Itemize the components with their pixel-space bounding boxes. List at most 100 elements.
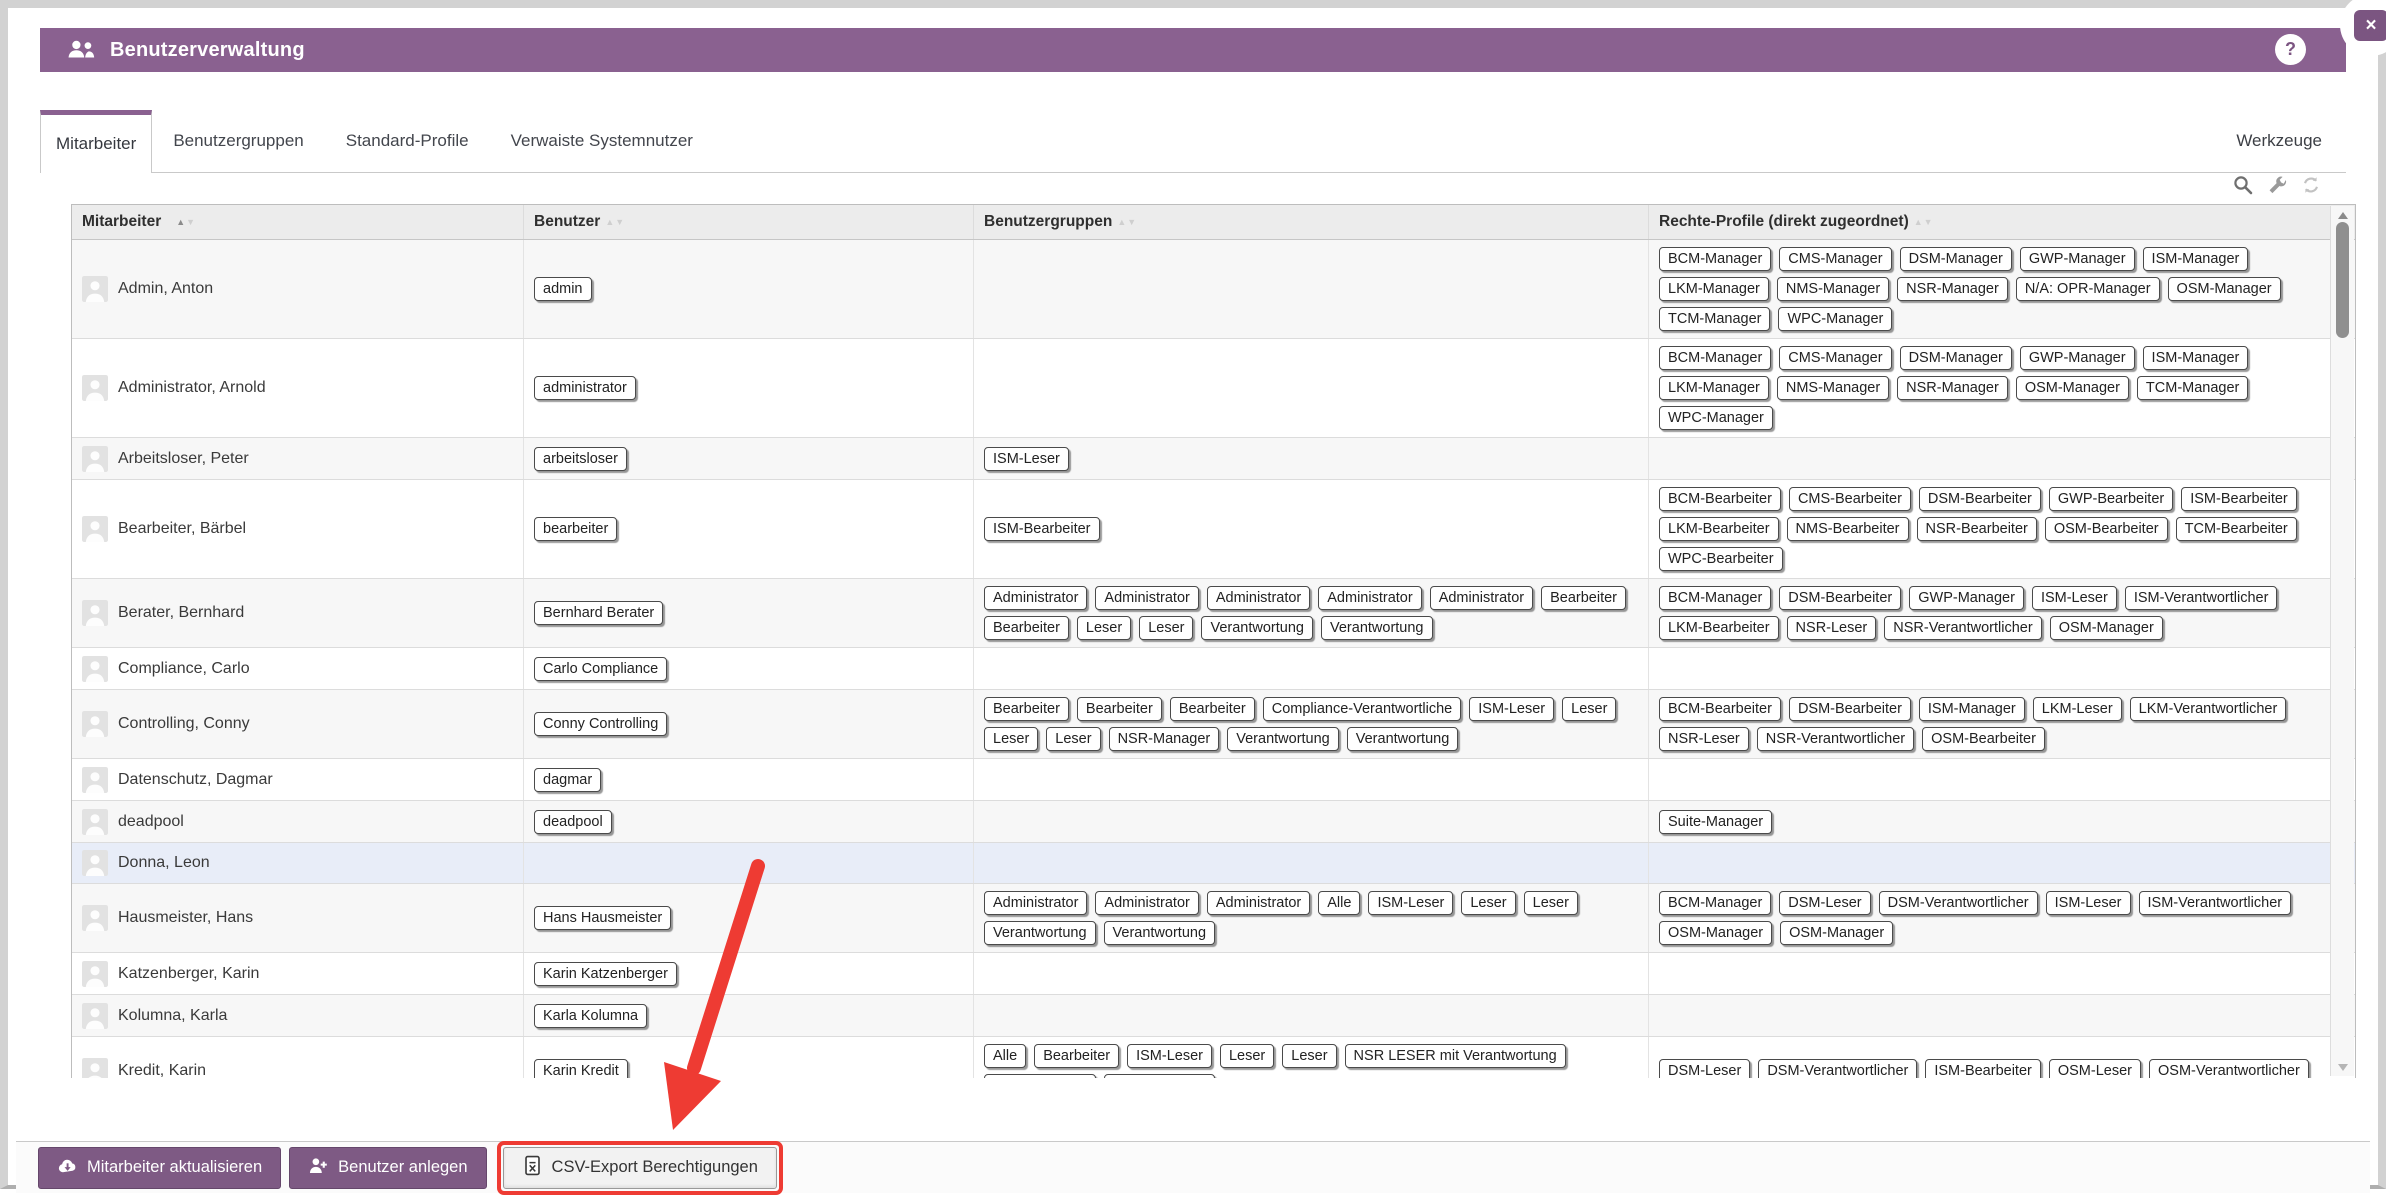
csv-file-icon <box>522 1155 543 1181</box>
window-header: Benutzerverwaltung ? <box>40 28 2346 72</box>
group-badge: Administrator <box>1207 586 1310 610</box>
employee-cell: Katzenberger, Karin <box>72 953 524 994</box>
avatar <box>82 446 108 472</box>
table-body: Admin, Antonadmin BCM-Manager CMS-Manager D… <box>72 240 2355 1078</box>
table-row[interactable]: Bearbeiter, BärbelbearbeiterISM-Bearbeit… <box>72 480 2355 579</box>
profiles-cell: DSM-LeserDSM-VerantwortlicherISM-Bearbei… <box>1649 1037 2355 1078</box>
table-row[interactable]: Kolumna, KarlaKarla Kolumna <box>72 995 2355 1037</box>
employee-name: Kredit, Karin <box>118 1062 206 1078</box>
profiles-cell <box>1649 953 2355 994</box>
tab-mitarbeiter[interactable]: Mitarbeiter <box>40 110 152 173</box>
profile-badge: LKM-Bearbeiter <box>1659 517 1779 541</box>
employee-cell: Admin, Anton <box>72 240 524 338</box>
profile-badge: ISM-Manager <box>2143 247 2249 271</box>
grid-toolbar <box>2232 174 2322 196</box>
table-row[interactable]: Datenschutz, Dagmardagmar <box>72 759 2355 801</box>
csv-export-berechtigungen-button[interactable]: CSV-Export Berechtigungen <box>503 1147 777 1189</box>
user-badge: Karin Katzenberger <box>534 962 677 986</box>
group-badge: Verantwortung <box>1321 616 1433 640</box>
group-badge: Leser <box>1220 1044 1274 1068</box>
tab-verwaiste-systemnutzer[interactable]: Verwaiste Systemnutzer <box>490 110 714 172</box>
table-row[interactable]: Controlling, ConnyConny ControllingBearb… <box>72 690 2355 759</box>
table-row[interactable]: Administrator, ArnoldadministratorBCM-Ma… <box>72 339 2355 438</box>
group-badge: Administrator <box>984 891 1087 915</box>
user-cell: admin <box>524 240 974 338</box>
profile-badge: BCM-Manager <box>1659 346 1771 370</box>
table-row[interactable]: Berater, BernhardBernhard BeraterAdminis… <box>72 579 2355 648</box>
group-badge: Leser <box>1046 727 1100 751</box>
group-badge: Compliance-Verantwortliche <box>1263 697 1462 721</box>
user-cell: bearbeiter <box>524 480 974 578</box>
column-header-benutzergruppen[interactable]: Benutzergruppen▲▼ <box>974 205 1649 239</box>
profile-badge: OSM-Bearbeiter <box>1922 727 2045 751</box>
werkzeuge-menu[interactable]: Werkzeuge <box>2236 131 2346 151</box>
scroll-down-icon[interactable] <box>2331 1060 2354 1074</box>
profile-badge: BCM-Manager <box>1659 891 1771 915</box>
user-badge: administrator <box>534 376 636 400</box>
profile-badge: NSR-Verantwortlicher <box>1884 616 2041 640</box>
table-row[interactable]: Kredit, KarinKarin KreditAlleBearbeiterI… <box>72 1037 2355 1078</box>
profile-badge: OSM-Manager <box>1780 921 1893 945</box>
column-label: Mitarbeiter <box>82 213 161 231</box>
profile-badge: GWP-Manager <box>2020 247 2135 271</box>
user-badge: deadpool <box>534 810 612 834</box>
profile-badge: Suite-Manager <box>1659 810 1772 834</box>
table-row[interactable]: deadpooldeadpoolSuite-Manager <box>72 801 2355 843</box>
avatar <box>82 1003 108 1029</box>
table-row[interactable]: Admin, Antonadmin BCM-Manager CMS-Manager D… <box>72 240 2355 339</box>
column-header-mitarbeiter[interactable]: Mitarbeiter▲▼ <box>72 205 524 239</box>
vertical-scrollbar[interactable] <box>2330 206 2354 1076</box>
mitarbeiter-aktualisieren-button[interactable]: Mitarbeiter aktualisieren <box>38 1147 281 1189</box>
profile-badge: WPC-Manager <box>1778 307 1892 331</box>
wrench-icon[interactable] <box>2266 174 2288 196</box>
table-row[interactable]: Compliance, CarloCarlo Compliance <box>72 648 2355 690</box>
group-badge: Administrator <box>1430 586 1533 610</box>
help-icon[interactable]: ? <box>2275 34 2306 65</box>
group-badge: Leser <box>1282 1044 1336 1068</box>
benutzer-anlegen-button[interactable]: Benutzer anlegen <box>289 1147 486 1189</box>
column-header-benutzer[interactable]: Benutzer▲▼ <box>524 205 974 239</box>
profiles-cell: BCM-BearbeiterCMS-BearbeiterDSM-Bearbeit… <box>1649 480 2355 578</box>
profiles-cell: BCM-ManagerDSM-BearbeiterGWP-ManagerISM-… <box>1649 579 2355 647</box>
user-badge: Karla Kolumna <box>534 1004 647 1028</box>
close-icon[interactable]: × <box>2354 10 2386 41</box>
group-badge: ISM-Leser <box>1469 697 1554 721</box>
user-cell: Conny Controlling <box>524 690 974 758</box>
column-header-rechte-profile-direkt-zugeordnet[interactable]: Rechte-Profile (direkt zugeordnet)▲▼ <box>1649 205 2355 239</box>
profile-badge: TCM-Bearbeiter <box>2176 517 2297 541</box>
tab-standard-profile[interactable]: Standard-Profile <box>325 110 490 172</box>
scroll-up-icon[interactable] <box>2331 208 2354 222</box>
groups-cell <box>974 240 1649 338</box>
profiles-cell: BCM-BearbeiterDSM-BearbeiterISM-ManagerL… <box>1649 690 2355 758</box>
group-badge: Verantwortung <box>984 1074 1096 1078</box>
profile-badge: DSM-Bearbeiter <box>1779 586 1901 610</box>
refresh-icon[interactable] <box>2300 174 2322 196</box>
employee-cell: Compliance, Carlo <box>72 648 524 689</box>
profile-badge: ISM-Bearbeiter <box>1925 1059 2041 1078</box>
profile-badge: ISM-Manager <box>2143 346 2249 370</box>
groups-cell: ISM-Leser <box>974 438 1649 479</box>
profile-badge: DSM-Manager <box>1900 247 2012 271</box>
employee-name: Datenschutz, Dagmar <box>118 771 273 789</box>
table-row[interactable]: Hausmeister, HansHans HausmeisterAdminis… <box>72 884 2355 953</box>
group-badge: Alle <box>984 1044 1026 1068</box>
profile-badge: NSR-Leser <box>1787 616 1877 640</box>
tab-benutzergruppen[interactable]: Benutzergruppen <box>152 110 324 172</box>
user-cell: Karin Kredit <box>524 1037 974 1078</box>
scrollbar-thumb[interactable] <box>2336 222 2349 338</box>
table-row[interactable]: Arbeitsloser, PeterarbeitsloserISM-Leser <box>72 438 2355 480</box>
employee-name: Controlling, Conny <box>118 715 250 733</box>
avatar <box>82 276 108 302</box>
profile-badge: OSM-Manager <box>2168 277 2281 301</box>
table-row[interactable]: Donna, Leon <box>72 843 2355 884</box>
search-icon[interactable] <box>2232 174 2254 196</box>
groups-cell: AlleBearbeiterISM-LeserLeserLeserNSR LES… <box>974 1037 1649 1078</box>
profile-badge: CMS-Manager <box>1779 247 1891 271</box>
group-badge: ISM-Leser <box>1368 891 1453 915</box>
users-icon <box>66 39 96 61</box>
group-badge: ISM-Leser <box>1127 1044 1212 1068</box>
profile-badge: OSM-Leser <box>2049 1059 2141 1078</box>
table-row[interactable]: Katzenberger, Karin Karin Katzenberger <box>72 953 2355 995</box>
profile-badge: BCM-Manager <box>1659 247 1771 271</box>
user-add-icon <box>308 1155 329 1181</box>
